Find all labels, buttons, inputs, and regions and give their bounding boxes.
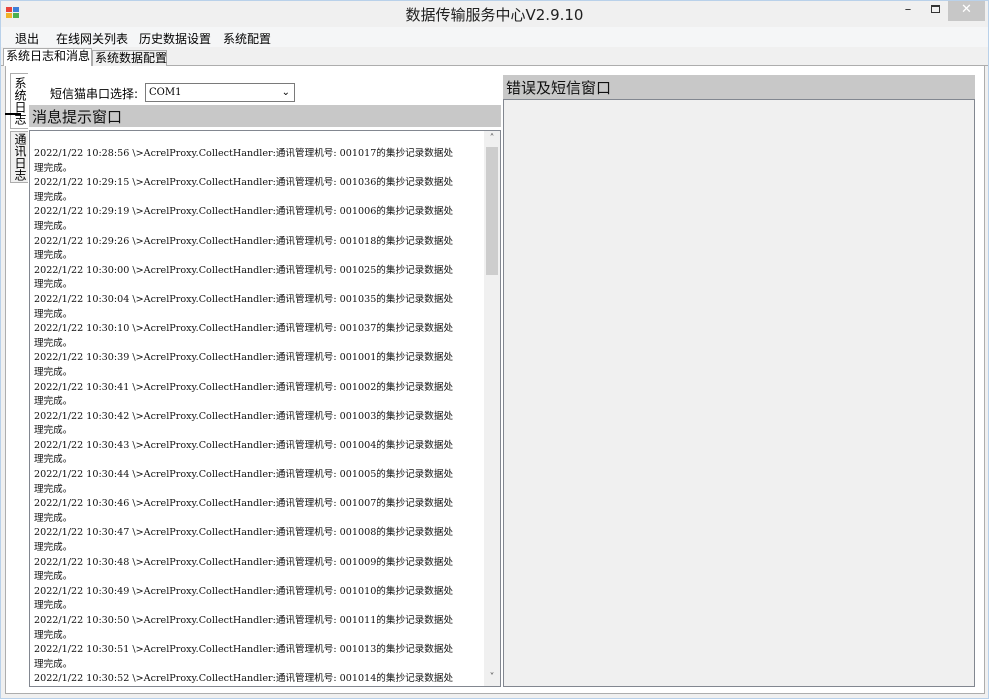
message-log-scrollbar[interactable]: ˄ ˅ — [484, 131, 500, 686]
log-line: 2022/1/22 10:30:52 \>AcrelProxy.CollectH… — [34, 673, 454, 685]
log-line: 2022/1/22 10:30:42 \>AcrelProxy.CollectH… — [34, 410, 454, 422]
log-line: 2022/1/22 10:30:51 \>AcrelProxy.CollectH… — [34, 644, 454, 656]
side-tab-comm-log[interactable]: 通讯日志 — [10, 131, 28, 183]
log-line: 2022/1/22 10:30:44 \>AcrelProxy.CollectH… — [34, 469, 454, 481]
menu-history-settings[interactable]: 历史数据设置 — [139, 30, 211, 47]
log-line: 理完成。 — [34, 425, 73, 437]
menu-bar: 退出 在线网关列表 历史数据设置 系统配置 — [1, 27, 988, 47]
log-line: 理完成。 — [34, 658, 73, 670]
log-line: 2022/1/22 10:30:04 \>AcrelProxy.CollectH… — [34, 293, 454, 305]
log-line: 2022/1/22 10:30:49 \>AcrelProxy.CollectH… — [34, 585, 454, 597]
log-line: 2022/1/22 10:30:39 \>AcrelProxy.CollectH… — [34, 352, 454, 364]
window-title: 数据传输服务中心V2.9.10 — [405, 6, 584, 24]
chevron-down-icon[interactable]: ⌄ — [282, 84, 290, 101]
log-line: 2022/1/22 10:29:19 \>AcrelProxy.CollectH… — [34, 206, 454, 218]
error-sms-panel: 错误及短信窗口 — [503, 75, 975, 687]
title-bar[interactable]: 数据传输服务中心V2.9.10 – ✕ — [1, 1, 988, 27]
app-window: 数据传输服务中心V2.9.10 – ✕ 退出 在线网关列表 历史数据设置 系统配… — [0, 0, 989, 699]
log-line: 2022/1/22 10:30:48 \>AcrelProxy.CollectH… — [34, 556, 454, 568]
log-line: 理完成。 — [34, 629, 73, 641]
log-line: 理完成。 — [34, 600, 73, 612]
menu-exit[interactable]: 退出 — [15, 30, 39, 47]
log-line: 2022/1/22 10:30:50 \>AcrelProxy.CollectH… — [34, 615, 454, 626]
menu-online-gateways[interactable]: 在线网关列表 — [56, 30, 128, 47]
log-line: 理完成。 — [34, 366, 73, 378]
side-tab-system-log[interactable]: 系统日志 — [10, 73, 28, 129]
scroll-up-icon[interactable]: ˄ — [484, 133, 500, 144]
log-line: 理完成。 — [34, 483, 73, 495]
message-panel-title: 消息提示窗口 — [32, 108, 123, 126]
message-panel-header: 消息提示窗口 — [29, 105, 501, 127]
tab-system-log-messages[interactable]: 系统日志和消息 — [3, 48, 92, 66]
log-line: 2022/1/22 10:29:15 \>AcrelProxy.CollectH… — [34, 177, 454, 189]
log-line: 理完成。 — [34, 542, 73, 554]
sms-port-value: COM1 — [149, 87, 182, 98]
log-line: 2022/1/22 10:30:47 \>AcrelProxy.CollectH… — [34, 527, 454, 539]
minimize-button[interactable]: – — [894, 1, 922, 21]
message-log-box[interactable]: 2022/1/22 10:28:56 \>AcrelProxy.CollectH… — [29, 130, 501, 687]
log-line: 2022/1/22 10:30:41 \>AcrelProxy.CollectH… — [34, 381, 454, 393]
log-line: 理完成。 — [34, 162, 73, 174]
log-line: 2022/1/22 10:30:00 \>AcrelProxy.CollectH… — [34, 264, 454, 276]
log-line: 理完成。 — [34, 337, 73, 349]
scroll-down-icon[interactable]: ˅ — [484, 672, 500, 683]
log-line: 2022/1/22 10:30:46 \>AcrelProxy.CollectH… — [34, 498, 454, 510]
log-line: 2022/1/22 10:29:26 \>AcrelProxy.CollectH… — [34, 235, 454, 247]
log-line: 理完成。 — [34, 396, 73, 408]
scrollbar-thumb[interactable] — [486, 147, 498, 275]
error-sms-log-box[interactable] — [503, 99, 975, 687]
log-line: 理完成。 — [34, 191, 73, 203]
message-log-lines: 2022/1/22 10:28:56 \>AcrelProxy.CollectH… — [34, 147, 484, 686]
log-line: 理完成。 — [34, 454, 73, 466]
log-line: 2022/1/22 10:28:56 \>AcrelProxy.CollectH… — [34, 148, 454, 159]
side-tab-indicator — [5, 113, 21, 115]
log-line: 理完成。 — [34, 279, 73, 291]
log-line: 2022/1/22 10:30:43 \>AcrelProxy.CollectH… — [34, 439, 454, 451]
tab-system-data-config[interactable]: 系统数据配置 — [92, 50, 167, 67]
message-panel: 消息提示窗口 2022/1/22 10:28:56 \>AcrelProxy.C… — [29, 105, 501, 691]
log-line: 理完成。 — [34, 512, 73, 524]
log-line: 2022/1/22 10:30:10 \>AcrelProxy.CollectH… — [34, 323, 454, 335]
close-icon: ✕ — [961, 2, 972, 17]
sms-port-label: 短信猫串口选择: — [50, 87, 139, 101]
maximize-icon — [930, 5, 940, 13]
log-line: 理完成。 — [34, 308, 73, 320]
minimize-icon: – — [904, 2, 912, 17]
close-button[interactable]: ✕ — [948, 1, 985, 21]
log-line: 理完成。 — [34, 250, 73, 262]
log-line: 理完成。 — [34, 571, 73, 583]
error-sms-panel-title: 错误及短信窗口 — [506, 79, 612, 97]
log-line: 理完成。 — [34, 220, 73, 232]
side-tab-strip: 系统日志 通讯日志 — [7, 71, 29, 691]
error-sms-panel-header: 错误及短信窗口 — [503, 75, 975, 99]
menu-system-config[interactable]: 系统配置 — [223, 30, 271, 47]
sms-port-select[interactable]: COM1 ⌄ — [145, 83, 295, 102]
maximize-button[interactable] — [923, 1, 947, 21]
